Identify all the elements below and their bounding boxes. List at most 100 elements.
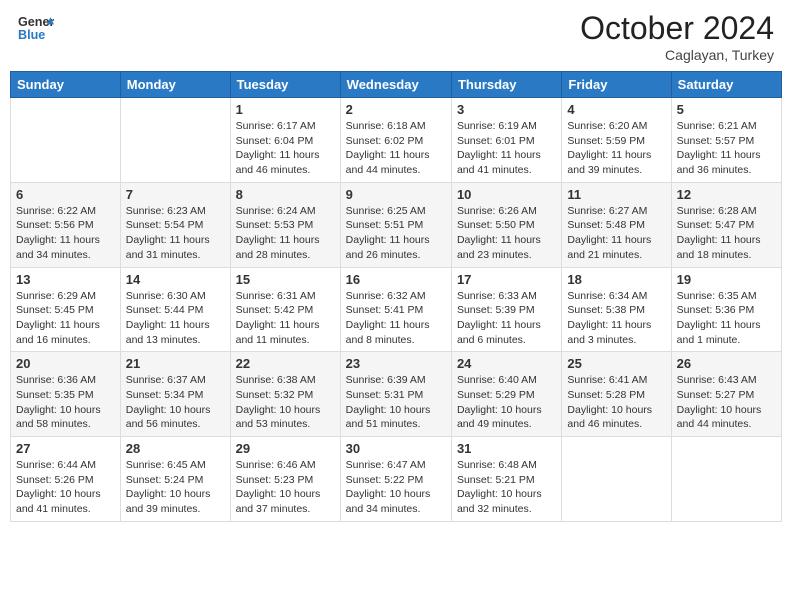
weekday-header: Tuesday [230, 72, 340, 98]
day-number: 8 [236, 187, 335, 202]
calendar-cell: 16Sunrise: 6:32 AM Sunset: 5:41 PM Dayli… [340, 267, 451, 352]
day-detail: Sunrise: 6:31 AM Sunset: 5:42 PM Dayligh… [236, 289, 335, 348]
logo: General Blue [18, 10, 54, 46]
calendar-cell: 3 Sunrise: 6:19 AM Sunset: 6:01 PM Daylig… [451, 98, 561, 183]
calendar-cell [120, 98, 230, 183]
calendar-cell: 7 Sunrise: 6:23 AM Sunset: 5:54 PM Daylig… [120, 182, 230, 267]
day-detail: Sunrise: 6:26 AM Sunset: 5:50 PM Dayligh… [457, 204, 556, 263]
day-detail: Sunrise: 6:34 AM Sunset: 5:38 PM Dayligh… [567, 289, 665, 348]
calendar-cell: 11 Sunrise: 6:27 AM Sunset: 5:48 PM Dayli… [562, 182, 671, 267]
day-detail: Sunrise: 6:21 AM Sunset: 5:57 PM Dayligh… [677, 119, 776, 178]
day-number: 31 [457, 441, 556, 456]
calendar-cell: 30 Sunrise: 6:47 AM Sunset: 5:22 PM Dayli… [340, 437, 451, 522]
day-detail: Sunrise: 6:18 AM Sunset: 6:02 PM Dayligh… [346, 119, 446, 178]
day-number: 22 [236, 356, 335, 371]
calendar-cell: 29Sunrise: 6:46 AM Sunset: 5:23 PM Dayli… [230, 437, 340, 522]
day-detail: Sunrise: 6:30 AM Sunset: 5:44 PM Dayligh… [126, 289, 225, 348]
day-number: 19 [677, 272, 776, 287]
day-number: 24 [457, 356, 556, 371]
month-title: October 2024 [580, 10, 774, 47]
calendar-cell: 12 Sunrise: 6:28 AM Sunset: 5:47 PM Dayli… [671, 182, 781, 267]
day-detail: Sunrise: 6:17 AM Sunset: 6:04 PM Dayligh… [236, 119, 335, 178]
day-detail: Sunrise: 6:32 AM Sunset: 5:41 PM Dayligh… [346, 289, 446, 348]
weekday-header: Friday [562, 72, 671, 98]
calendar-cell [671, 437, 781, 522]
day-number: 25 [567, 356, 665, 371]
calendar-cell: 21 Sunrise: 6:37 AM Sunset: 5:34 PM Dayli… [120, 352, 230, 437]
calendar-cell: 15 Sunrise: 6:31 AM Sunset: 5:42 PM Dayli… [230, 267, 340, 352]
calendar-cell: 6Sunrise: 6:22 AM Sunset: 5:56 PM Daylig… [11, 182, 121, 267]
day-detail: Sunrise: 6:37 AM Sunset: 5:34 PM Dayligh… [126, 373, 225, 432]
calendar-cell: 26Sunrise: 6:43 AM Sunset: 5:27 PM Dayli… [671, 352, 781, 437]
day-detail: Sunrise: 6:36 AM Sunset: 5:35 PM Dayligh… [16, 373, 115, 432]
calendar-cell: 4 Sunrise: 6:20 AM Sunset: 5:59 PM Daylig… [562, 98, 671, 183]
day-detail: Sunrise: 6:29 AM Sunset: 5:45 PM Dayligh… [16, 289, 115, 348]
calendar-cell: 13 Sunrise: 6:29 AM Sunset: 5:45 PM Dayli… [11, 267, 121, 352]
weekday-header: Saturday [671, 72, 781, 98]
calendar-table: SundayMondayTuesdayWednesdayThursdayFrid… [10, 71, 782, 522]
day-detail: Sunrise: 6:44 AM Sunset: 5:26 PM Dayligh… [16, 458, 115, 517]
day-detail: Sunrise: 6:40 AM Sunset: 5:29 PM Dayligh… [457, 373, 556, 432]
day-number: 10 [457, 187, 556, 202]
calendar-week-row: 1 Sunrise: 6:17 AM Sunset: 6:04 PM Daylig… [11, 98, 782, 183]
calendar-cell: 22 Sunrise: 6:38 AM Sunset: 5:32 PM Dayli… [230, 352, 340, 437]
day-number: 13 [16, 272, 115, 287]
calendar-cell [562, 437, 671, 522]
calendar-week-row: 13 Sunrise: 6:29 AM Sunset: 5:45 PM Dayli… [11, 267, 782, 352]
day-number: 30 [346, 441, 446, 456]
day-number: 4 [567, 102, 665, 117]
day-number: 3 [457, 102, 556, 117]
day-number: 15 [236, 272, 335, 287]
weekday-header: Thursday [451, 72, 561, 98]
day-number: 23 [346, 356, 446, 371]
day-detail: Sunrise: 6:20 AM Sunset: 5:59 PM Dayligh… [567, 119, 665, 178]
calendar-cell: 23 Sunrise: 6:39 AM Sunset: 5:31 PM Dayli… [340, 352, 451, 437]
day-detail: Sunrise: 6:39 AM Sunset: 5:31 PM Dayligh… [346, 373, 446, 432]
calendar-week-row: 20 Sunrise: 6:36 AM Sunset: 5:35 PM Dayli… [11, 352, 782, 437]
day-number: 11 [567, 187, 665, 202]
day-detail: Sunrise: 6:45 AM Sunset: 5:24 PM Dayligh… [126, 458, 225, 517]
location-title: Caglayan, Turkey [580, 47, 774, 63]
calendar-cell [11, 98, 121, 183]
day-detail: Sunrise: 6:47 AM Sunset: 5:22 PM Dayligh… [346, 458, 446, 517]
weekday-header: Sunday [11, 72, 121, 98]
day-number: 17 [457, 272, 556, 287]
day-detail: Sunrise: 6:46 AM Sunset: 5:23 PM Dayligh… [236, 458, 335, 517]
day-detail: Sunrise: 6:48 AM Sunset: 5:21 PM Dayligh… [457, 458, 556, 517]
page-header: General Blue October 2024 Caglayan, Turk… [10, 10, 782, 63]
day-number: 18 [567, 272, 665, 287]
day-number: 28 [126, 441, 225, 456]
calendar-header-row: SundayMondayTuesdayWednesdayThursdayFrid… [11, 72, 782, 98]
calendar-cell: 25 Sunrise: 6:41 AM Sunset: 5:28 PM Dayli… [562, 352, 671, 437]
calendar-cell: 9Sunrise: 6:25 AM Sunset: 5:51 PM Daylig… [340, 182, 451, 267]
title-block: October 2024 Caglayan, Turkey [580, 10, 774, 63]
calendar-cell: 10 Sunrise: 6:26 AM Sunset: 5:50 PM Dayli… [451, 182, 561, 267]
day-number: 2 [346, 102, 446, 117]
calendar-cell: 18 Sunrise: 6:34 AM Sunset: 5:38 PM Dayli… [562, 267, 671, 352]
day-detail: Sunrise: 6:28 AM Sunset: 5:47 PM Dayligh… [677, 204, 776, 263]
day-detail: Sunrise: 6:43 AM Sunset: 5:27 PM Dayligh… [677, 373, 776, 432]
calendar-cell: 5 Sunrise: 6:21 AM Sunset: 5:57 PM Daylig… [671, 98, 781, 183]
svg-text:Blue: Blue [18, 28, 45, 42]
day-number: 6 [16, 187, 115, 202]
day-number: 14 [126, 272, 225, 287]
day-number: 12 [677, 187, 776, 202]
day-detail: Sunrise: 6:38 AM Sunset: 5:32 PM Dayligh… [236, 373, 335, 432]
day-number: 1 [236, 102, 335, 117]
day-detail: Sunrise: 6:19 AM Sunset: 6:01 PM Dayligh… [457, 119, 556, 178]
day-number: 7 [126, 187, 225, 202]
logo-icon: General Blue [18, 10, 54, 46]
day-detail: Sunrise: 6:33 AM Sunset: 5:39 PM Dayligh… [457, 289, 556, 348]
day-detail: Sunrise: 6:27 AM Sunset: 5:48 PM Dayligh… [567, 204, 665, 263]
calendar-week-row: 27 Sunrise: 6:44 AM Sunset: 5:26 PM Dayli… [11, 437, 782, 522]
weekday-header: Monday [120, 72, 230, 98]
day-number: 21 [126, 356, 225, 371]
day-number: 20 [16, 356, 115, 371]
day-detail: Sunrise: 6:41 AM Sunset: 5:28 PM Dayligh… [567, 373, 665, 432]
day-number: 9 [346, 187, 446, 202]
day-number: 27 [16, 441, 115, 456]
calendar-cell: 20 Sunrise: 6:36 AM Sunset: 5:35 PM Dayli… [11, 352, 121, 437]
day-detail: Sunrise: 6:23 AM Sunset: 5:54 PM Dayligh… [126, 204, 225, 263]
calendar-cell: 24 Sunrise: 6:40 AM Sunset: 5:29 PM Dayli… [451, 352, 561, 437]
day-number: 5 [677, 102, 776, 117]
